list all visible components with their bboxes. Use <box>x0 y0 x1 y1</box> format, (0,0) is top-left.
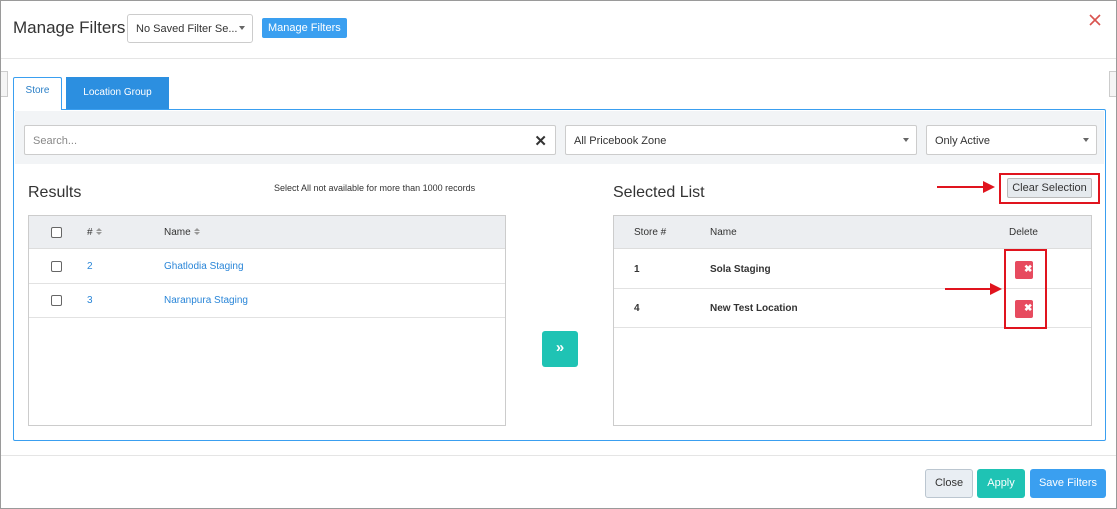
search-placeholder: Search... <box>33 135 78 147</box>
results-table-header: # Name <box>29 216 505 249</box>
dialog-header: Manage Filters No Saved Filter Se... Man… <box>1 1 1116 59</box>
saved-filter-value: No Saved Filter Se... <box>136 23 238 35</box>
row-store-number: 4 <box>634 303 640 314</box>
delete-buttons-highlight <box>1004 249 1047 329</box>
col-delete-header: Delete <box>1009 227 1038 238</box>
search-input[interactable]: Search... ✕ <box>24 125 556 155</box>
move-to-selected-button[interactable]: » <box>542 331 578 367</box>
red-arrow-icon <box>945 283 1002 295</box>
apply-button[interactable]: Apply <box>977 469 1025 498</box>
tab-location-group[interactable]: Location Group <box>66 77 169 109</box>
pricebook-zone-value: All Pricebook Zone <box>574 135 667 147</box>
dialog-title: Manage Filters <box>13 18 126 37</box>
col-store-header: Store # <box>634 227 667 238</box>
col-name-header: Name <box>710 227 737 238</box>
row-name: Sola Staging <box>710 264 771 275</box>
save-filters-button[interactable]: Save Filters <box>1030 469 1106 498</box>
store-tab-panel: Search... ✕ All Pricebook Zone Only Acti… <box>13 109 1106 441</box>
select-all-checkbox[interactable] <box>51 227 62 238</box>
sort-icon <box>193 227 200 235</box>
saved-filter-select[interactable]: No Saved Filter Se... <box>127 14 253 43</box>
results-title: Results <box>28 184 82 201</box>
select-all-note: Select All not available for more than 1… <box>274 183 476 193</box>
close-x-icon[interactable] <box>1088 11 1102 29</box>
left-edge-handle[interactable] <box>1 71 8 97</box>
pricebook-zone-select[interactable]: All Pricebook Zone <box>565 125 917 155</box>
clear-search-icon[interactable]: ✕ <box>534 132 547 150</box>
col-num-header[interactable]: # <box>87 227 102 238</box>
manage-filters-button[interactable]: Manage Filters <box>262 18 347 38</box>
right-edge-handle[interactable] <box>1109 71 1116 97</box>
row-name[interactable]: Naranpura Staging <box>164 295 248 306</box>
manage-filters-dialog: Manage Filters No Saved Filter Se... Man… <box>0 0 1117 509</box>
row-store-number: 1 <box>634 264 640 275</box>
chevron-down-icon <box>239 26 245 30</box>
red-arrow-icon <box>937 181 995 193</box>
table-row[interactable]: 3 Naranpura Staging <box>29 284 505 318</box>
row-name: New Test Location <box>710 303 798 314</box>
filter-bar: Search... ✕ All Pricebook Zone Only Acti… <box>15 111 1104 164</box>
row-name[interactable]: Ghatlodia Staging <box>164 261 244 272</box>
row-checkbox[interactable] <box>51 261 62 272</box>
sort-icon <box>95 227 102 235</box>
row-number[interactable]: 2 <box>87 261 93 272</box>
row-number[interactable]: 3 <box>87 295 93 306</box>
table-row[interactable]: 2 Ghatlodia Staging <box>29 250 505 284</box>
status-select[interactable]: Only Active <box>926 125 1097 155</box>
results-table: # Name 2 Ghatlodia Staging 3 Naranpura S… <box>28 215 506 426</box>
tab-store[interactable]: Store <box>13 77 62 110</box>
close-button[interactable]: Close <box>925 469 973 498</box>
selected-table-header: Store # Name Delete <box>614 216 1091 249</box>
selected-list-title: Selected List <box>613 184 705 201</box>
clear-selection-highlight <box>999 173 1100 204</box>
double-chevron-right-icon: » <box>555 339 565 356</box>
chevron-down-icon <box>903 138 909 142</box>
row-checkbox[interactable] <box>51 295 62 306</box>
status-value: Only Active <box>935 135 991 147</box>
col-name-header[interactable]: Name <box>164 227 200 238</box>
chevron-down-icon <box>1083 138 1089 142</box>
footer-divider <box>1 455 1116 456</box>
